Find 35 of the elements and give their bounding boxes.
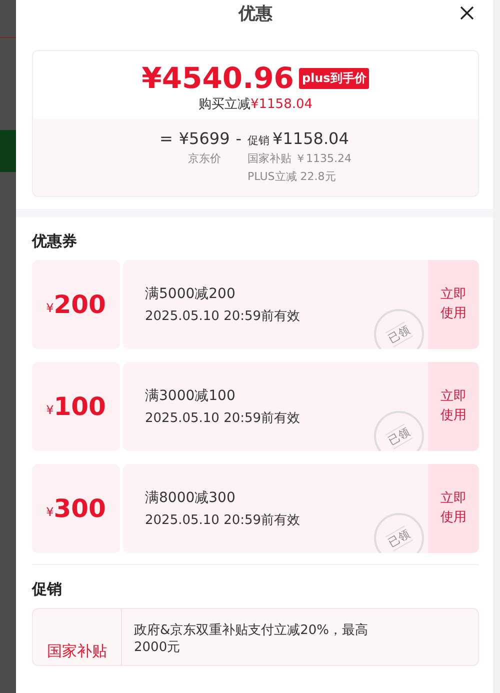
promotion-text: 政府&京东双重补贴支付立减20%，最高2000元 (133, 622, 370, 657)
claimed-stamp: 已领 (374, 309, 424, 349)
saving-label: 购买立减 (198, 97, 250, 112)
section-title: 优惠券 (32, 231, 78, 252)
base-price-caption: 京东价 (188, 151, 221, 166)
close-icon[interactable] (459, 5, 475, 21)
promotion-tag: 国家补贴 (33, 609, 122, 665)
plus-price-badge: plus到手价 (298, 68, 370, 88)
coupon-condition: 满3000减100 (145, 386, 236, 404)
sheet-title: 优惠 (238, 2, 272, 24)
promo-label: 促销 (248, 133, 270, 148)
currency-symbol: ¥ (46, 504, 54, 518)
equals-sign: = (159, 129, 173, 148)
coupon-condition: 满8000减300 (145, 488, 236, 506)
coupon-validity: 2025.05.10 20:59前有效 (145, 512, 302, 528)
coupon-validity: 2025.05.10 20:59前有效 (145, 308, 302, 324)
minus-sign: - (236, 129, 242, 148)
use-now-button[interactable]: 立即使用 (428, 464, 479, 553)
final-price: ¥4540.96 (142, 61, 294, 95)
base-price: ¥5699 (178, 129, 230, 148)
coupon-amount: 300 (54, 494, 106, 523)
discount-detail: 国家补贴 ￥1135.24 (248, 151, 352, 166)
coupon-amount: 100 (54, 392, 106, 421)
section-title: 促销 (32, 579, 63, 600)
claimed-stamp: 已领 (374, 411, 424, 451)
discount-detail: PLUS立减 22.8元 (248, 169, 336, 184)
currency-symbol: ¥ (46, 300, 54, 314)
use-now-button[interactable]: 立即使用 (428, 362, 479, 451)
coupon-condition: 满5000减200 (145, 284, 236, 302)
coupon-amount: 200 (54, 290, 106, 319)
coupon-validity: 2025.05.10 20:59前有效 (145, 410, 302, 426)
saving-amount: ¥1158.04 (250, 97, 313, 112)
use-now-button[interactable]: 立即使用 (428, 260, 479, 349)
promo-amount: ¥1158.04 (272, 129, 349, 148)
currency-symbol: ¥ (46, 402, 54, 416)
